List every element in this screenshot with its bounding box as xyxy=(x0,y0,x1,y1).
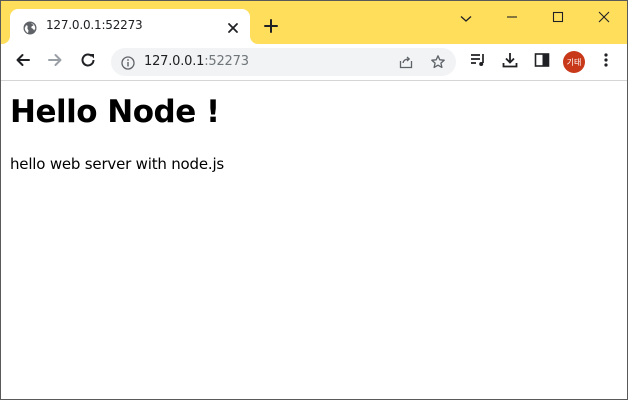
new-tab-button[interactable] xyxy=(262,17,280,35)
forward-button[interactable] xyxy=(44,51,66,73)
side-panel-button[interactable] xyxy=(531,51,553,73)
arrow-right-icon xyxy=(46,51,64,73)
download-icon xyxy=(501,51,519,73)
url-port: :52273 xyxy=(204,54,249,69)
tab-search-button[interactable] xyxy=(443,1,489,33)
media-control-button[interactable] xyxy=(467,51,489,73)
downloads-button[interactable] xyxy=(499,51,521,73)
arrow-left-icon xyxy=(14,51,32,73)
chevron-down-icon xyxy=(460,8,472,27)
address-url[interactable]: 127.0.0.1:52273 xyxy=(144,54,249,69)
reload-button[interactable] xyxy=(77,51,99,73)
minimize-icon xyxy=(506,8,518,27)
bookmark-star-icon[interactable] xyxy=(430,54,446,70)
info-icon[interactable] xyxy=(121,55,135,70)
tab-strip: 127.0.0.1:52273 xyxy=(1,1,627,44)
minimize-button[interactable] xyxy=(489,1,535,33)
page-content: Hello Node ! hello web server with node.… xyxy=(1,82,627,399)
page-heading: Hello Node ! xyxy=(10,94,220,130)
browser-toolbar: 127.0.0.1:52273 xyxy=(1,44,627,81)
tab-title: 127.0.0.1:52273 xyxy=(46,18,143,32)
maximize-button[interactable] xyxy=(535,1,581,33)
reload-icon xyxy=(79,51,97,73)
back-button[interactable] xyxy=(12,51,34,73)
profile-avatar[interactable]: 기태 xyxy=(563,51,585,73)
close-icon xyxy=(598,8,610,27)
more-vertical-icon xyxy=(597,51,615,73)
globe-icon xyxy=(23,20,37,35)
browser-window: 127.0.0.1:52273 127.0.0.1:52273 기태 Hello… xyxy=(0,0,628,400)
page-paragraph: hello web server with node.js xyxy=(10,155,225,173)
tab-close-icon[interactable] xyxy=(226,20,240,34)
menu-button[interactable] xyxy=(595,51,617,73)
address-bar[interactable]: 127.0.0.1:52273 xyxy=(111,48,456,76)
playlist-icon xyxy=(469,51,487,73)
close-window-button[interactable] xyxy=(581,1,627,33)
url-host: 127.0.0.1 xyxy=(144,54,205,69)
side-panel-icon xyxy=(533,51,551,73)
share-icon[interactable] xyxy=(398,54,414,70)
browser-tab[interactable]: 127.0.0.1:52273 xyxy=(10,9,250,44)
maximize-icon xyxy=(552,8,564,27)
